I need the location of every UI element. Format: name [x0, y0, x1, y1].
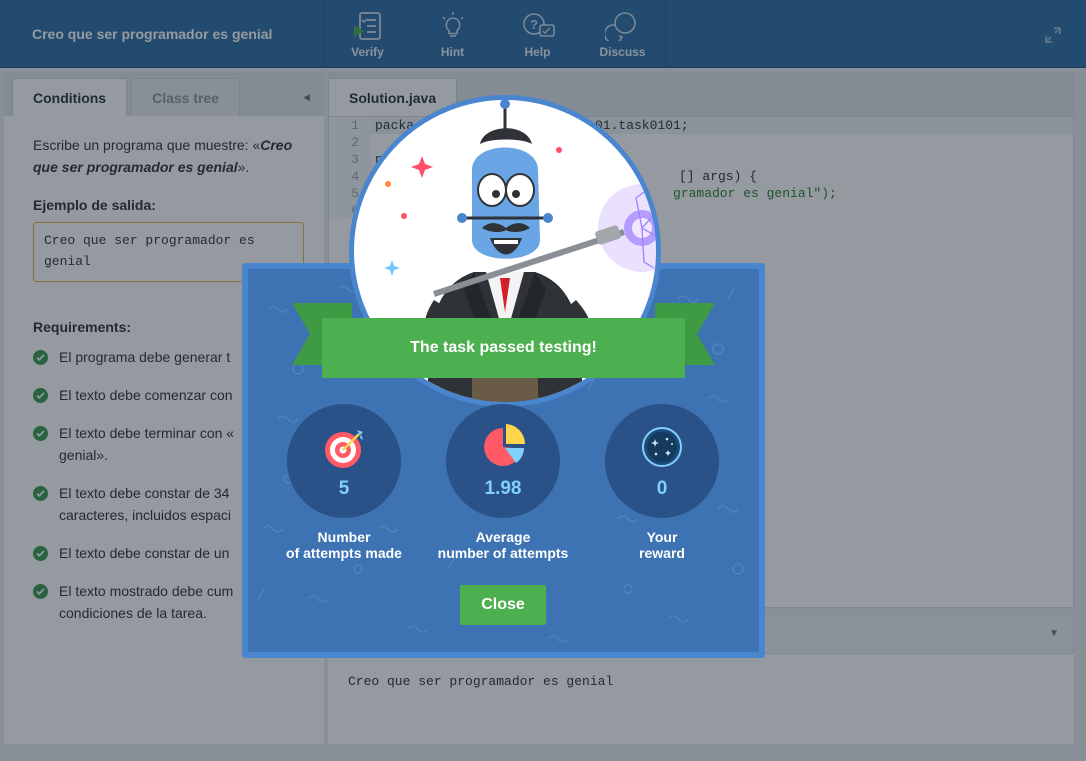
close-button[interactable]: Close — [460, 585, 546, 625]
average-label-line2: number of attempts — [437, 545, 569, 561]
target-icon — [325, 430, 363, 468]
attempts-label-line2: of attempts made — [286, 545, 402, 561]
stat-reward: 0 — [605, 404, 719, 518]
dark-matter-icon — [642, 427, 682, 467]
success-banner: The task passed testing! — [322, 318, 685, 378]
attempts-value: 5 — [338, 478, 350, 499]
reward-label-line1: Your — [646, 529, 678, 545]
attempts-label: Number of attempts made — [259, 529, 429, 561]
pie-chart-icon — [484, 424, 525, 466]
reward-value: 0 — [656, 478, 668, 499]
average-value: 1.98 — [484, 478, 522, 499]
average-label-line1: Average — [475, 529, 531, 545]
attempts-label-line1: Number — [317, 529, 371, 545]
stat-attempts: 5 — [287, 404, 401, 518]
reward-label-line2: reward — [639, 545, 685, 561]
reward-label: Your reward — [577, 529, 747, 561]
stat-average: 1.98 — [446, 404, 560, 518]
average-label: Average number of attempts — [418, 529, 588, 561]
